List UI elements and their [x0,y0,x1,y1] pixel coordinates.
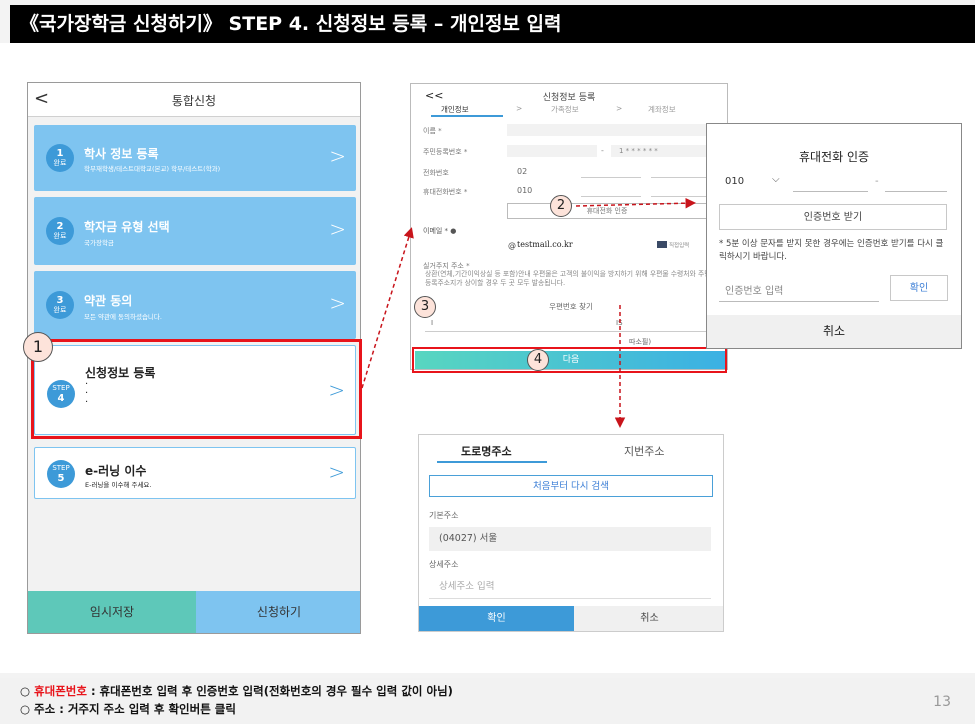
rrn-dash: - [601,146,604,155]
personal-info-form: << 신청정보 등록 개인정보 > 가족정보 > 계좌정보 이름 * 주민등록번… [410,83,728,370]
note-address: ○ 주소 : 거주지 주소 입력 후 확인버튼 클릭 [20,702,236,716]
tab-family[interactable]: 가족정보 [551,104,579,115]
mobile-prefix[interactable]: 010 [517,186,532,195]
dialog-last-field[interactable] [885,191,947,192]
address-cancel-button[interactable]: 취소 [574,606,723,631]
address-confirm-button[interactable]: 확인 [419,606,574,631]
code-input[interactable]: 인증번호 입력 [725,282,783,297]
step-badge: 1 완료 [46,144,74,172]
active-tab-indicator [437,461,547,463]
callout-2: 2 [550,195,572,217]
dialog-dash: - [875,176,879,187]
tel-last-field[interactable] [651,177,711,178]
step-subtitle: 학부재학생/테스트대학교(본교) 학부/테스트(학과) [84,165,221,173]
step-card-type[interactable]: 2 완료 학자금 유형 선택 국가장학금 > [34,197,356,265]
apply-button[interactable]: 신청하기 [196,591,360,633]
dialog-cancel-button[interactable]: 취소 [707,315,961,348]
callout-4: 4 [527,349,549,371]
code-input-underline [719,301,879,302]
tel-mid-field[interactable] [581,177,641,178]
page-number: 13 [933,694,951,710]
highlight-step4 [31,339,362,439]
callout-3: 3 [414,296,436,318]
dialog-title: 휴대전화 인증 [798,150,870,164]
mobile-mid-field[interactable] [581,196,641,197]
chevron-right-icon: > [329,217,346,241]
rrn-back-field[interactable]: 1 * * * * * * [611,145,707,157]
app-header: < 통합신청 [28,83,360,117]
step-badge: 3 완료 [46,291,74,319]
note-phone: ○ 휴대폰번호 : 휴대폰번호 입력 후 인증번호 입력(전화번호의 경우 필수… [20,684,453,698]
base-address-label: 기본주소 [429,511,459,520]
highlight-next [412,347,727,373]
mobile-label: 휴대전화번호 * [423,188,468,196]
slide: 《국가장학금 신청하기》 STEP 4. 신청정보 등록 – 개인정보 입력 <… [0,0,975,724]
chevron-right-icon: > [329,144,346,168]
tab-separator: > [516,104,523,113]
callout-1: 1 [23,332,53,362]
research-button[interactable]: 처음부터 다시 검색 [429,475,713,497]
tab-personal[interactable]: 개인정보 [441,104,469,115]
address-field-c[interactable]: 따소필) [629,337,651,347]
step-subtitle: 국가장학금 [84,239,114,247]
email-at: @ [508,241,516,250]
tab-separator: > [616,104,623,113]
zipcode-search-button[interactable]: 우편번호 찾기 [431,300,711,314]
step-badge: 2 완료 [46,217,74,245]
tel-label: 전화번호 [423,169,449,177]
address-field-b[interactable]: IS [616,319,623,327]
step-subtitle: 모든 약관에 동의하셨습니다. [84,313,162,321]
request-code-button[interactable]: 인증번호 받기 [719,204,947,230]
note-highlight: 휴대폰번호 [34,684,87,698]
tab-account[interactable]: 계좌정보 [648,104,676,115]
step-title: 학자금 유형 선택 [84,220,170,234]
confirm-code-button[interactable]: 확인 [890,275,948,301]
tab-road-address[interactable]: 도로명주소 [461,443,512,459]
step-card-elearning[interactable]: STEP 5 e-러닝 이수 E-러닝을 이수해 주세요. > [34,447,356,499]
tab-lot-address[interactable]: 지번주소 [624,443,664,459]
chevron-right-icon: > [328,460,345,484]
dialog-prefix[interactable]: 010 [725,176,744,187]
detail-address-label: 상세주소 [429,560,459,569]
email-label: 이메일 * ● [423,227,457,235]
address-search-panel: 도로명주소 지번주소 처음부터 다시 검색 기본주소 (04027) 서울 상세… [418,434,724,632]
chevron-down-icon[interactable]: ⌵ [772,174,780,185]
email-domain-field[interactable]: testmail.co.kr [517,240,637,249]
app-footer: 임시저장 신청하기 [28,591,360,633]
dialog-mid-field[interactable] [793,191,868,192]
form-title: 신청정보 등록 [542,93,596,103]
divider [425,331,715,332]
dialog-notice: * 5분 이상 문자를 받지 못한 경우에는 인증번호 받기를 다시 클릭하시기… [719,239,944,262]
base-address-field: (04027) 서울 [429,527,711,551]
step-badge: STEP 5 [47,460,75,488]
address-field-a[interactable]: I [431,319,433,327]
slide-title: 《국가장학금 신청하기》 STEP 4. 신청정보 등록 – 개인정보 입력 [10,5,975,43]
active-tab-indicator [431,115,503,117]
rrn-label: 주민등록번호 * [423,148,468,156]
step-title: 학사 정보 등록 [84,147,159,161]
chevron-right-icon: > [329,291,346,315]
name-field[interactable] [507,124,707,136]
email-domain-select[interactable] [657,241,667,248]
phone-verify-dialog: 휴대전화 인증 010 ⌵ - 인증번호 받기 * 5분 이상 문자를 받지 못… [706,123,962,349]
name-label: 이름 * [423,127,442,135]
mobile-last-field[interactable] [651,196,711,197]
step-subtitle: E-러닝을 이수해 주세요. [85,481,152,489]
step-card-terms[interactable]: 3 완료 약관 동의 모든 약관에 동의하셨습니다. > [34,271,356,339]
mobile-verify-button[interactable]: 휴대전화 인증 [507,203,707,219]
email-direct-label: 직접입력 [669,243,690,249]
address-notice: 상환(연체,기간이익상실 등 포함)안내 우편물은 고객의 불이익을 방지하기 … [425,270,711,287]
step-title: e-러닝 이수 [85,464,147,478]
step-card-academic[interactable]: 1 완료 학사 정보 등록 학부재학생/테스트대학교(본교) 학부/테스트(학과)… [34,125,356,191]
app-header-title: 통합신청 [171,94,217,108]
detail-address-input[interactable]: 상세주소 입력 [429,575,711,599]
tel-prefix[interactable]: 02 [517,167,527,176]
step-title: 약관 동의 [84,294,133,308]
rrn-front-field[interactable] [507,145,597,157]
temp-save-button[interactable]: 임시저장 [28,591,196,633]
